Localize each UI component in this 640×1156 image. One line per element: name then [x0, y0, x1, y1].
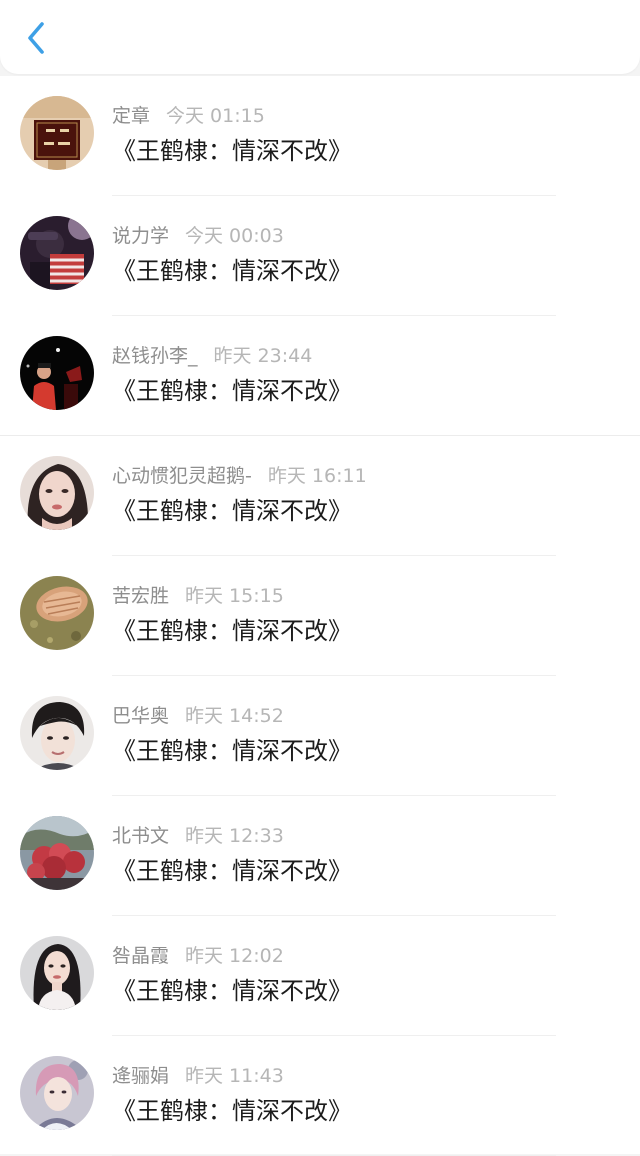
- timestamp: 昨天 12:33: [185, 825, 284, 847]
- list-item[interactable]: 逄骊娟 昨天 11:43 《王鹤棣：情深不改》: [0, 1036, 640, 1156]
- username[interactable]: 咎晶霞: [112, 945, 169, 967]
- avatar[interactable]: [20, 336, 94, 410]
- username[interactable]: 苦宏胜: [112, 585, 169, 607]
- message-text: 《王鹤棣：情深不改》: [112, 737, 352, 765]
- timestamp: 昨天 14:52: [185, 705, 284, 727]
- username[interactable]: 赵钱孙李_: [112, 345, 198, 367]
- message-list: 定章 今天 01:15 《王鹤棣：情深不改》 说力学 今天 00:03 《王鹤棣：情…: [0, 76, 640, 1156]
- username[interactable]: 巴华奥: [112, 705, 169, 727]
- message-text: 《王鹤棣：情深不改》: [112, 1097, 352, 1125]
- list-item[interactable]: 咎晶霞 昨天 12:02 《王鹤棣：情深不改》: [0, 916, 640, 1036]
- avatar[interactable]: [20, 696, 94, 770]
- back-button[interactable]: [18, 18, 54, 58]
- message-text: 《王鹤棣：情深不改》: [112, 497, 352, 525]
- username[interactable]: 说力学: [112, 225, 169, 247]
- list-item[interactable]: 巴华奥 昨天 14:52 《王鹤棣：情深不改》: [0, 676, 640, 796]
- avatar[interactable]: [20, 96, 94, 170]
- avatar[interactable]: [20, 456, 94, 530]
- list-item[interactable]: 心动惯犯灵超鹅- 昨天 16:11 《王鹤棣：情深不改》: [0, 436, 640, 556]
- avatar[interactable]: [20, 1056, 94, 1130]
- username[interactable]: 定章: [112, 105, 150, 127]
- timestamp: 昨天 23:44: [213, 345, 313, 367]
- list-item[interactable]: 定章 今天 01:15 《王鹤棣：情深不改》: [0, 76, 640, 196]
- message-text: 《王鹤棣：情深不改》: [112, 977, 352, 1005]
- message-text: 《王鹤棣：情深不改》: [112, 137, 352, 165]
- avatar[interactable]: [20, 816, 94, 890]
- timestamp: 今天 00:03: [185, 225, 284, 247]
- list-item[interactable]: 赵钱孙李_ 昨天 23:44 《王鹤棣：情深不改》: [0, 316, 640, 436]
- username[interactable]: 逄骊娟: [112, 1065, 169, 1087]
- list-item[interactable]: 北书文 昨天 12:33 《王鹤棣：情深不改》: [0, 796, 640, 916]
- timestamp: 昨天 11:43: [185, 1065, 284, 1087]
- timestamp: 今天 01:15: [166, 105, 265, 127]
- timestamp: 昨天 15:15: [185, 585, 284, 607]
- username[interactable]: 北书文: [112, 825, 169, 847]
- avatar[interactable]: [20, 576, 94, 650]
- list-item[interactable]: 苦宏胜 昨天 15:15 《王鹤棣：情深不改》: [0, 556, 640, 676]
- timestamp: 昨天 16:11: [267, 465, 367, 487]
- message-text: 《王鹤棣：情深不改》: [112, 257, 352, 285]
- avatar[interactable]: [20, 936, 94, 1010]
- username[interactable]: 心动惯犯灵超鹅-: [112, 465, 252, 487]
- timestamp: 昨天 12:02: [185, 945, 284, 967]
- chevron-left-icon: [28, 22, 44, 54]
- top-bar: [0, 0, 640, 74]
- avatar[interactable]: [20, 216, 94, 290]
- message-text: 《王鹤棣：情深不改》: [112, 617, 352, 645]
- list-item[interactable]: 说力学 今天 00:03 《王鹤棣：情深不改》: [0, 196, 640, 316]
- message-text: 《王鹤棣：情深不改》: [112, 857, 352, 885]
- message-text: 《王鹤棣：情深不改》: [112, 377, 352, 405]
